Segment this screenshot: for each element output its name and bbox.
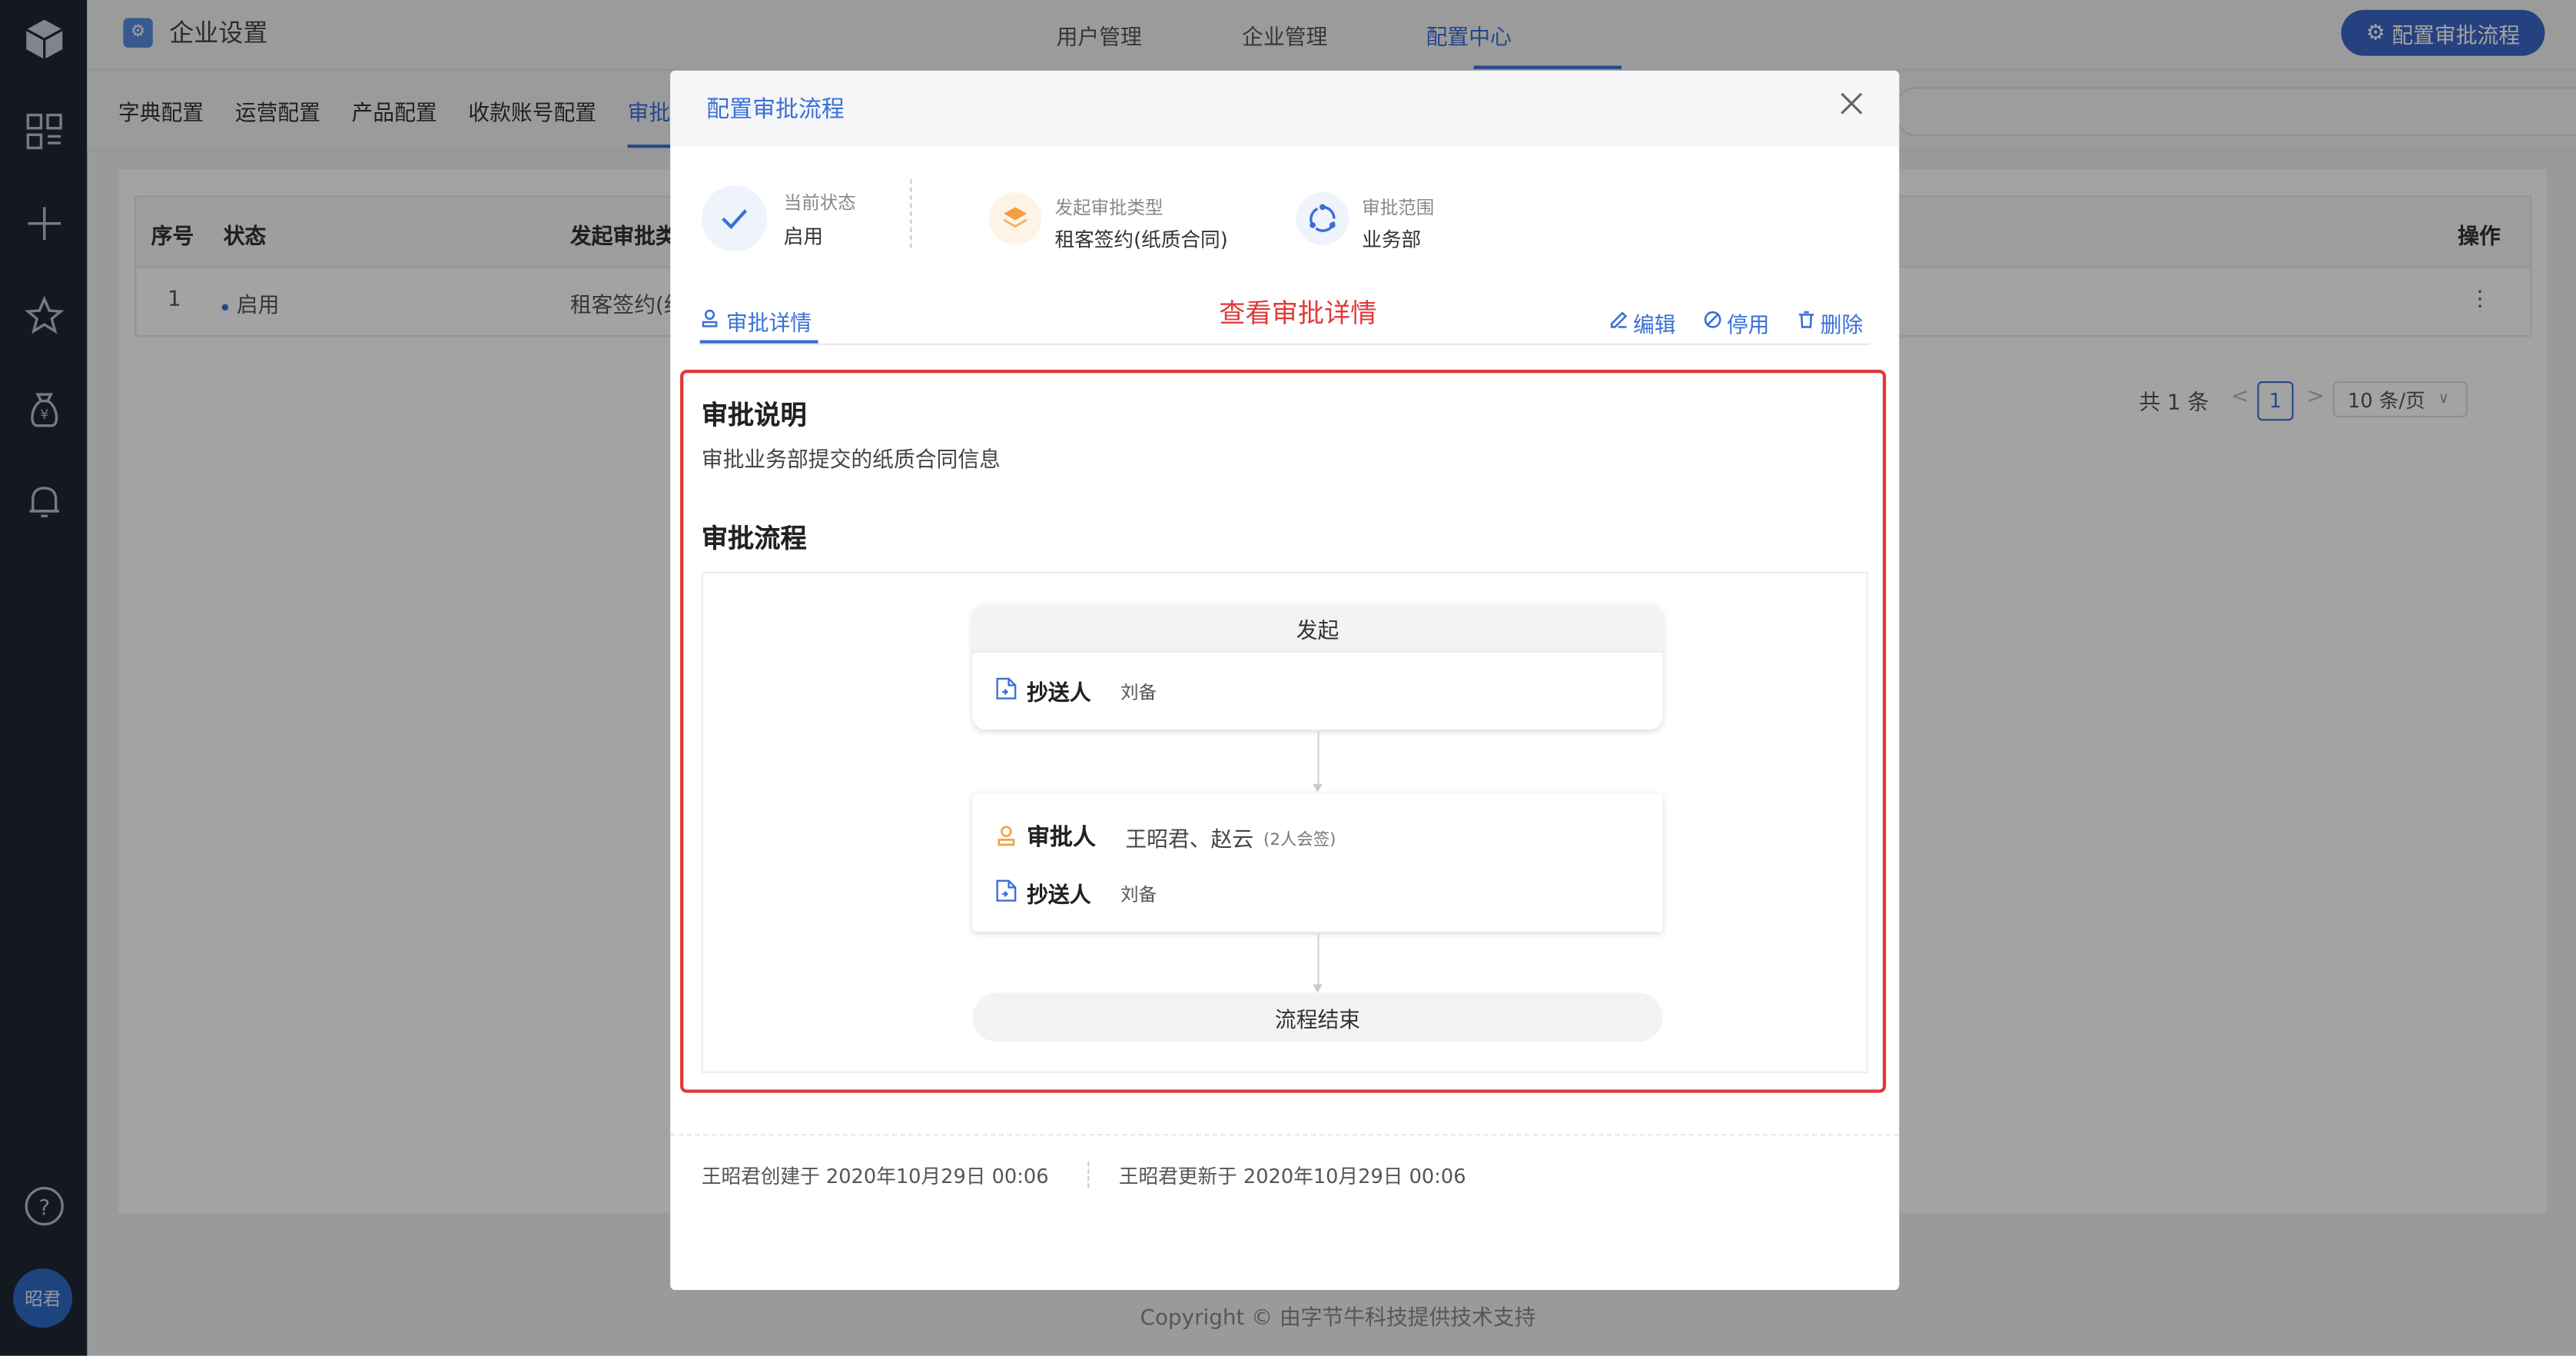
check-icon [701, 185, 768, 252]
scope-icon [1296, 192, 1349, 245]
description-title: 审批说明 [701, 399, 807, 431]
description-text: 审批业务部提交的纸质合同信息 [701, 448, 1001, 474]
approval-scope-label: 审批范围 [1362, 197, 1435, 219]
approver-icon [996, 821, 1017, 852]
flow-arrow [1313, 783, 1323, 793]
start-cc-name: 刘备 [1120, 681, 1157, 703]
approver-names: 王昭君、赵云 [1125, 827, 1254, 852]
approval-node[interactable]: 审批人 王昭君、赵云 (2人会签) 抄送人 刘备 [972, 793, 1663, 932]
created-info: 王昭君创建于 2020年10月29日 00:06 [701, 1165, 1049, 1188]
footer-divider [670, 1134, 1900, 1136]
close-icon[interactable] [1840, 88, 1863, 123]
approval-type-label: 发起审批类型 [1054, 197, 1164, 219]
end-node: 流程结束 [972, 992, 1663, 1042]
start-cc-line: 抄送人 刘备 [996, 676, 1157, 707]
user-stamp-icon [700, 308, 720, 334]
start-node[interactable]: 发起 抄送人 刘备 [972, 604, 1663, 730]
start-node-header: 发起 [972, 604, 1663, 653]
approval-flow-modal: 配置审批流程 当前状态 启用 发起审批类型 租客签约(纸质合同) 审批范围 业务… [670, 70, 1900, 1291]
ban-icon [1704, 311, 1722, 335]
edit-label: 编辑 [1632, 314, 1676, 339]
start-cc-role: 抄送人 [1027, 682, 1091, 707]
footer-separator [1087, 1162, 1090, 1188]
edit-button[interactable]: 编辑 [1610, 307, 1676, 339]
delete-label: 删除 [1820, 314, 1864, 339]
flow-diagram: 发起 抄送人 刘备 审批人 王昭君、赵云 (2人会签) 抄送人 刘备 流程结束 [701, 571, 1868, 1073]
tab-approval-details-label: 审批详情 [725, 312, 812, 337]
current-status-label: 当前状态 [783, 192, 856, 214]
updated-info: 王昭君更新于 2020年10月29日 00:06 [1118, 1165, 1466, 1188]
modal-title: 配置审批流程 [706, 97, 845, 124]
flow-title: 审批流程 [701, 522, 807, 554]
cc-document-icon [996, 878, 1017, 909]
status-divider [910, 179, 912, 248]
cc-line: 抄送人 刘备 [996, 878, 1157, 909]
disable-button[interactable]: 停用 [1704, 307, 1770, 339]
approval-type-value: 租客签约(纸质合同) [1054, 228, 1228, 252]
tab-approval-details[interactable]: 审批详情 [700, 306, 812, 337]
disable-label: 停用 [1726, 314, 1770, 339]
layers-icon [988, 192, 1042, 245]
pencil-icon [1610, 311, 1628, 335]
approver-note: (2人会签) [1263, 830, 1336, 849]
cc-name: 刘备 [1120, 883, 1157, 905]
approver-role: 审批人 [1027, 825, 1096, 852]
annotation-text: 查看审批详情 [1219, 297, 1377, 329]
approval-scope-value: 业务部 [1362, 228, 1422, 252]
cc-document-icon [996, 676, 1017, 707]
trash-icon [1798, 311, 1816, 335]
flow-arrow [1313, 984, 1323, 993]
current-status-value: 启用 [783, 224, 824, 248]
tab-divider [699, 343, 1870, 345]
modal-header: 配置审批流程 [670, 70, 1900, 147]
cc-role: 抄送人 [1027, 884, 1091, 909]
flow-connector [1317, 731, 1320, 784]
approver-line: 审批人 王昭君、赵云 (2人会签) [996, 820, 1336, 853]
delete-button[interactable]: 删除 [1798, 307, 1864, 339]
flow-connector [1317, 933, 1320, 986]
